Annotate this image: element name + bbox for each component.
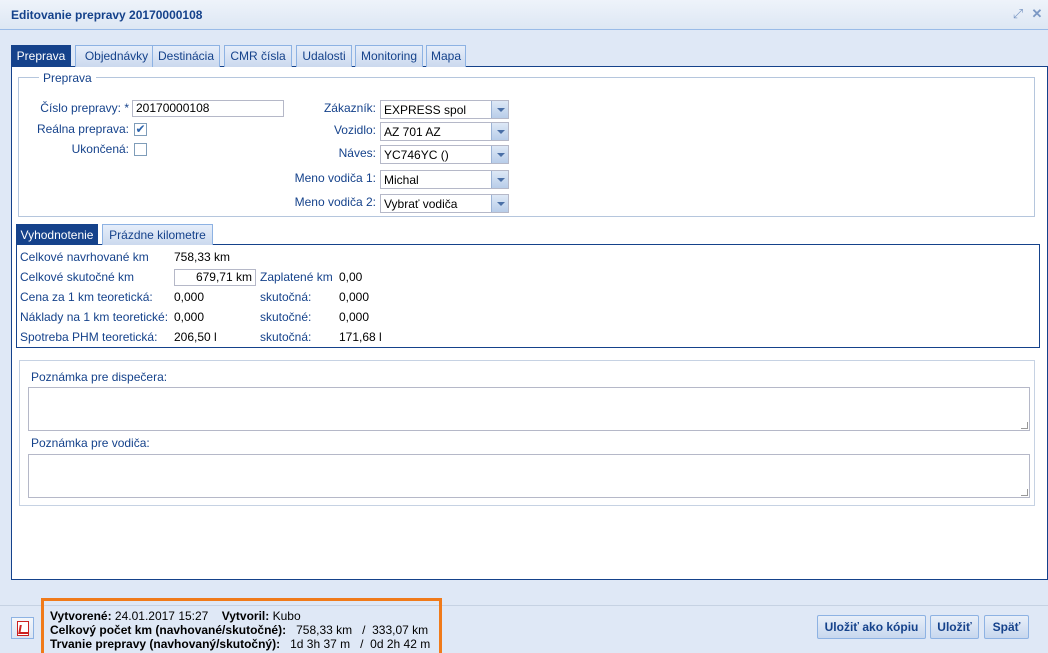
km-total-label: Celkový počet km (navhované/skutočné): (50, 623, 287, 637)
naklady-km-value: 0,000 (174, 310, 205, 324)
chevron-down-icon[interactable] (491, 101, 508, 118)
info-line-created: Vytvorené: 24.01.2017 15:27 Vytvoril: Ku… (50, 609, 301, 623)
info-line-duration: Trvanie prepravy (navhovaný/skutočný): 1… (50, 637, 430, 651)
vodic1-combo[interactable]: Michal (380, 170, 509, 189)
preprava-fieldset: Preprava Číslo prepravy: * 20170000108 R… (18, 71, 1035, 217)
main-panel: Preprava Objednávky Destinácia CMR čísla… (11, 44, 1048, 580)
vozidlo-label: Vozidlo: (333, 123, 376, 137)
tab-mapa[interactable]: Mapa (426, 45, 466, 67)
cena-km-value: 0,000 (174, 290, 205, 304)
notes-section: Poznámka pre dispečera: Poznámka pre vod… (19, 360, 1035, 506)
navrhovane-km-value: 758,33 km (174, 250, 231, 264)
vodic2-combo[interactable]: Vybrať vodiča (380, 194, 509, 213)
spotreba-label: Spotreba PHM teoretická: (20, 330, 158, 344)
skutocne-km-label: Celkové skutočné km (20, 270, 135, 284)
vytvoril-label: Vytvoril: (221, 609, 270, 623)
poznamka-dispecer-textarea[interactable] (28, 387, 1030, 431)
back-button[interactable]: Späť (984, 615, 1029, 639)
chevron-down-icon[interactable] (491, 123, 508, 140)
tab-objednavky[interactable]: Objednávky (75, 45, 158, 67)
spotreba-value: 206,50 l (174, 330, 217, 344)
tab-monitoring[interactable]: Monitoring (355, 45, 423, 67)
tab-cmr-cisla[interactable]: CMR čísla (224, 45, 292, 67)
chevron-down-icon[interactable] (491, 195, 508, 212)
poznamka-vodic-label: Poznámka pre vodiča: (31, 436, 150, 450)
zakaznik-label: Zákazník: (323, 101, 376, 115)
skutocne-km-input[interactable]: 679,71 km (174, 269, 256, 286)
trvanie-value: 1d 3h 37 m / 0d 2h 42 m (290, 637, 431, 651)
spotreba-skutocna-label: skutočná: (260, 330, 312, 344)
subtab-bar: Vyhodnotenie Prázdne kilometre (16, 224, 1040, 245)
vodic1-label: Meno vodiča 1: (294, 171, 376, 185)
vytvorene-value: 24.01.2017 15:27 (114, 609, 209, 623)
window-title: Editovanie prepravy 20170000108 (11, 8, 203, 22)
subtab-vyhodnotenie[interactable]: Vyhodnotenie (16, 224, 98, 245)
chevron-down-icon[interactable] (491, 146, 508, 163)
subtab-prazdne-kilometre[interactable]: Prázdne kilometre (102, 224, 213, 245)
naklady-skutocne-label: skutočné: (260, 310, 312, 324)
zaplatene-km-value: 0,00 (339, 270, 363, 284)
naves-combo[interactable]: YC746YC () (380, 145, 509, 164)
close-icon[interactable]: ✕ (1030, 7, 1044, 21)
window-titlebar: Editovanie prepravy 20170000108 ⤢ ✕ (0, 0, 1048, 30)
poznamka-dispecer-label: Poznámka pre dispečera: (31, 370, 168, 384)
naves-value: YC746YC () (384, 148, 449, 162)
tab-content-preprava: Preprava Číslo prepravy: * 20170000108 R… (11, 67, 1048, 580)
save-button[interactable]: Uložiť (930, 615, 979, 639)
naves-label: Náves: (338, 146, 376, 160)
realna-preprava-checkbox[interactable]: ✔ (134, 123, 147, 136)
zaplatene-km-label: Zaplatené km (260, 270, 333, 284)
vyhodnotenie-panel: Celkové navrhované km 758,33 km Celkové … (16, 245, 1040, 348)
vytvoril-value: Kubo (272, 609, 301, 623)
cena-km-label: Cena za 1 km teoretická: (20, 290, 153, 304)
realna-preprava-label: Reálna preprava: (36, 122, 129, 136)
tab-bar: Preprava Objednávky Destinácia CMR čísla… (11, 44, 1048, 67)
km-total-value: 758,33 km / 333,07 km (296, 623, 429, 637)
cena-skutocna-label: skutočná: (260, 290, 312, 304)
cislo-prepravy-input[interactable]: 20170000108 (132, 100, 284, 117)
vodic2-value: Vybrať vodiča (384, 197, 458, 211)
tab-udalosti[interactable]: Udalosti (296, 45, 352, 67)
info-line-km: Celkový počet km (navhované/skutočné): 7… (50, 623, 428, 637)
zakaznik-value: EXPRESS spol (384, 103, 467, 117)
navrhovane-km-label: Celkové navrhované km (20, 250, 149, 264)
trvanie-label: Trvanie prepravy (navhovaný/skutočný): (50, 637, 281, 651)
vodic2-label: Meno vodiča 2: (294, 195, 376, 209)
tab-preprava[interactable]: Preprava (11, 45, 71, 67)
ukoncena-checkbox[interactable] (134, 143, 147, 156)
preprava-legend: Preprava (39, 71, 96, 85)
pdf-export-button[interactable] (11, 617, 34, 639)
naklady-km-label: Náklady na 1 km teoretické: (20, 310, 169, 324)
pdf-icon (17, 621, 29, 636)
poznamka-vodic-textarea[interactable] (28, 454, 1030, 498)
naklady-skutocne-value: 0,000 (339, 310, 370, 324)
save-copy-button[interactable]: Uložiť ako kópiu (817, 615, 926, 639)
zakaznik-combo[interactable]: EXPRESS spol (380, 100, 509, 119)
vozidlo-combo[interactable]: AZ 701 AZ (380, 122, 509, 141)
ukoncena-label: Ukončená: (71, 142, 129, 156)
cena-skutocna-value: 0,000 (339, 290, 370, 304)
vodic1-value: Michal (384, 173, 419, 187)
info-box: Vytvorené: 24.01.2017 15:27 Vytvoril: Ku… (41, 598, 442, 653)
tab-destinacia[interactable]: Destinácia (152, 45, 220, 67)
vozidlo-value: AZ 701 AZ (384, 125, 441, 139)
spotreba-skutocna-value: 171,68 l (339, 330, 382, 344)
restore-icon[interactable]: ⤢ (1011, 7, 1025, 21)
cislo-prepravy-label: Číslo prepravy: * (40, 101, 129, 115)
vytvorene-label: Vytvorené: (50, 609, 112, 623)
chevron-down-icon[interactable] (491, 171, 508, 188)
